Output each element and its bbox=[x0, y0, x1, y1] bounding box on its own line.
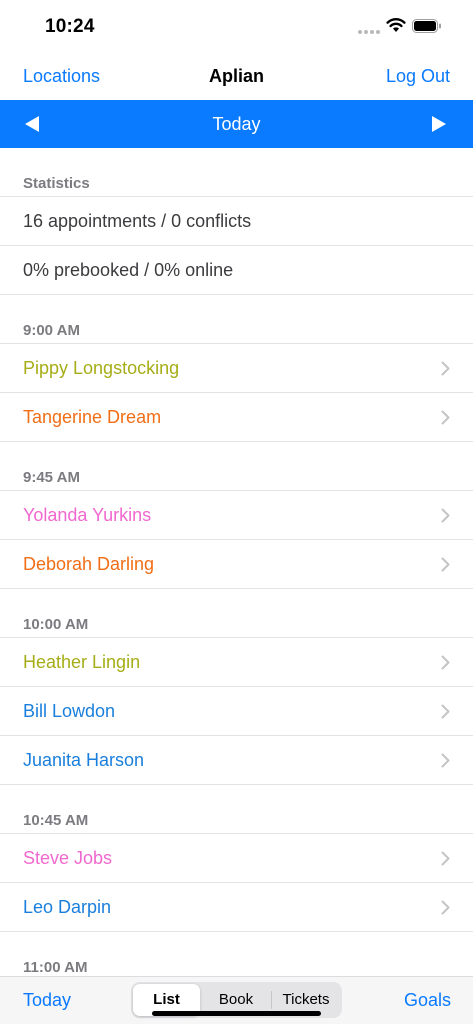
chevron-right-icon bbox=[441, 704, 450, 719]
client-name: Heather Lingin bbox=[23, 652, 141, 672]
home-indicator bbox=[152, 1011, 321, 1016]
status-time: 10:24 bbox=[45, 16, 95, 37]
time-section-header: 11:00 AM bbox=[0, 932, 473, 978]
chevron-right-icon bbox=[441, 851, 450, 866]
appointment-list[interactable]: Statistics 16 appointments / 0 conflicts… bbox=[0, 148, 473, 978]
client-name: Leo Darpin bbox=[23, 897, 112, 917]
client-name: Steve Jobs bbox=[23, 848, 113, 868]
date-bar: Today bbox=[0, 100, 473, 148]
wifi-icon bbox=[386, 18, 406, 32]
client-name: Juanita Harson bbox=[23, 750, 145, 770]
client-name: Yolanda Yurkins bbox=[23, 505, 152, 525]
statistics-prebooked: 0% prebooked / 0% online bbox=[23, 260, 234, 280]
bottom-toolbar: Today List Book Tickets Goals bbox=[0, 976, 473, 1024]
log-out-button[interactable]: Log Out bbox=[386, 66, 450, 87]
statistics-header: Statistics bbox=[23, 175, 90, 192]
goals-button[interactable]: Goals bbox=[404, 990, 451, 1011]
section-time: 9:45 AM bbox=[23, 469, 80, 486]
section-header: Statistics bbox=[0, 148, 473, 197]
time-section-header: 10:45 AM bbox=[0, 785, 473, 834]
appointment-row[interactable]: Leo Darpin bbox=[0, 883, 473, 932]
cellular-dots-icon bbox=[358, 30, 380, 34]
appointment-row[interactable]: Bill Lowdon bbox=[0, 687, 473, 736]
time-section-header: 10:00 AM bbox=[0, 589, 473, 638]
nav-bar: Locations Aplian Log Out bbox=[0, 54, 473, 100]
chevron-right-icon bbox=[441, 557, 450, 572]
appointment-row[interactable]: Tangerine Dream bbox=[0, 393, 473, 442]
time-section-header: 9:00 AM bbox=[0, 295, 473, 344]
left-triangle-icon[interactable] bbox=[24, 115, 40, 133]
client-name: Deborah Darling bbox=[23, 554, 155, 574]
right-triangle-icon[interactable] bbox=[431, 115, 447, 133]
status-bar: 10:24 bbox=[0, 0, 473, 54]
appointment-row[interactable]: Deborah Darling bbox=[0, 540, 473, 589]
client-name: Bill Lowdon bbox=[23, 701, 116, 721]
chevron-right-icon bbox=[441, 508, 450, 523]
date-label: Today bbox=[212, 114, 261, 134]
appointment-row[interactable]: Steve Jobs bbox=[0, 834, 473, 883]
page-title: Aplian bbox=[208, 66, 264, 86]
appointment-row[interactable]: Heather Lingin bbox=[0, 638, 473, 687]
chevron-right-icon bbox=[441, 410, 450, 425]
section-time: 11:00 AM bbox=[23, 959, 88, 976]
locations-button[interactable]: Locations bbox=[23, 66, 100, 87]
section-time: 10:00 AM bbox=[23, 616, 89, 633]
chevron-right-icon bbox=[441, 900, 450, 915]
client-name: Tangerine Dream bbox=[23, 407, 162, 427]
statistics-row: 16 appointments / 0 conflicts bbox=[0, 197, 473, 246]
section-time: 10:45 AM bbox=[23, 812, 89, 829]
client-name: Pippy Longstocking bbox=[23, 358, 180, 378]
chevron-right-icon bbox=[441, 361, 450, 376]
appointment-row[interactable]: Juanita Harson bbox=[0, 736, 473, 785]
statistics-appointments: 16 appointments / 0 conflicts bbox=[23, 211, 252, 231]
appointment-row[interactable]: Yolanda Yurkins bbox=[0, 491, 473, 540]
chevron-right-icon bbox=[441, 655, 450, 670]
statistics-row: 0% prebooked / 0% online bbox=[0, 246, 473, 295]
appointment-row[interactable]: Pippy Longstocking bbox=[0, 344, 473, 393]
battery-icon bbox=[412, 19, 441, 33]
chevron-right-icon bbox=[441, 753, 450, 768]
section-time: 9:00 AM bbox=[23, 322, 80, 339]
today-button[interactable]: Today bbox=[23, 990, 71, 1011]
time-section-header: 9:45 AM bbox=[0, 442, 473, 491]
